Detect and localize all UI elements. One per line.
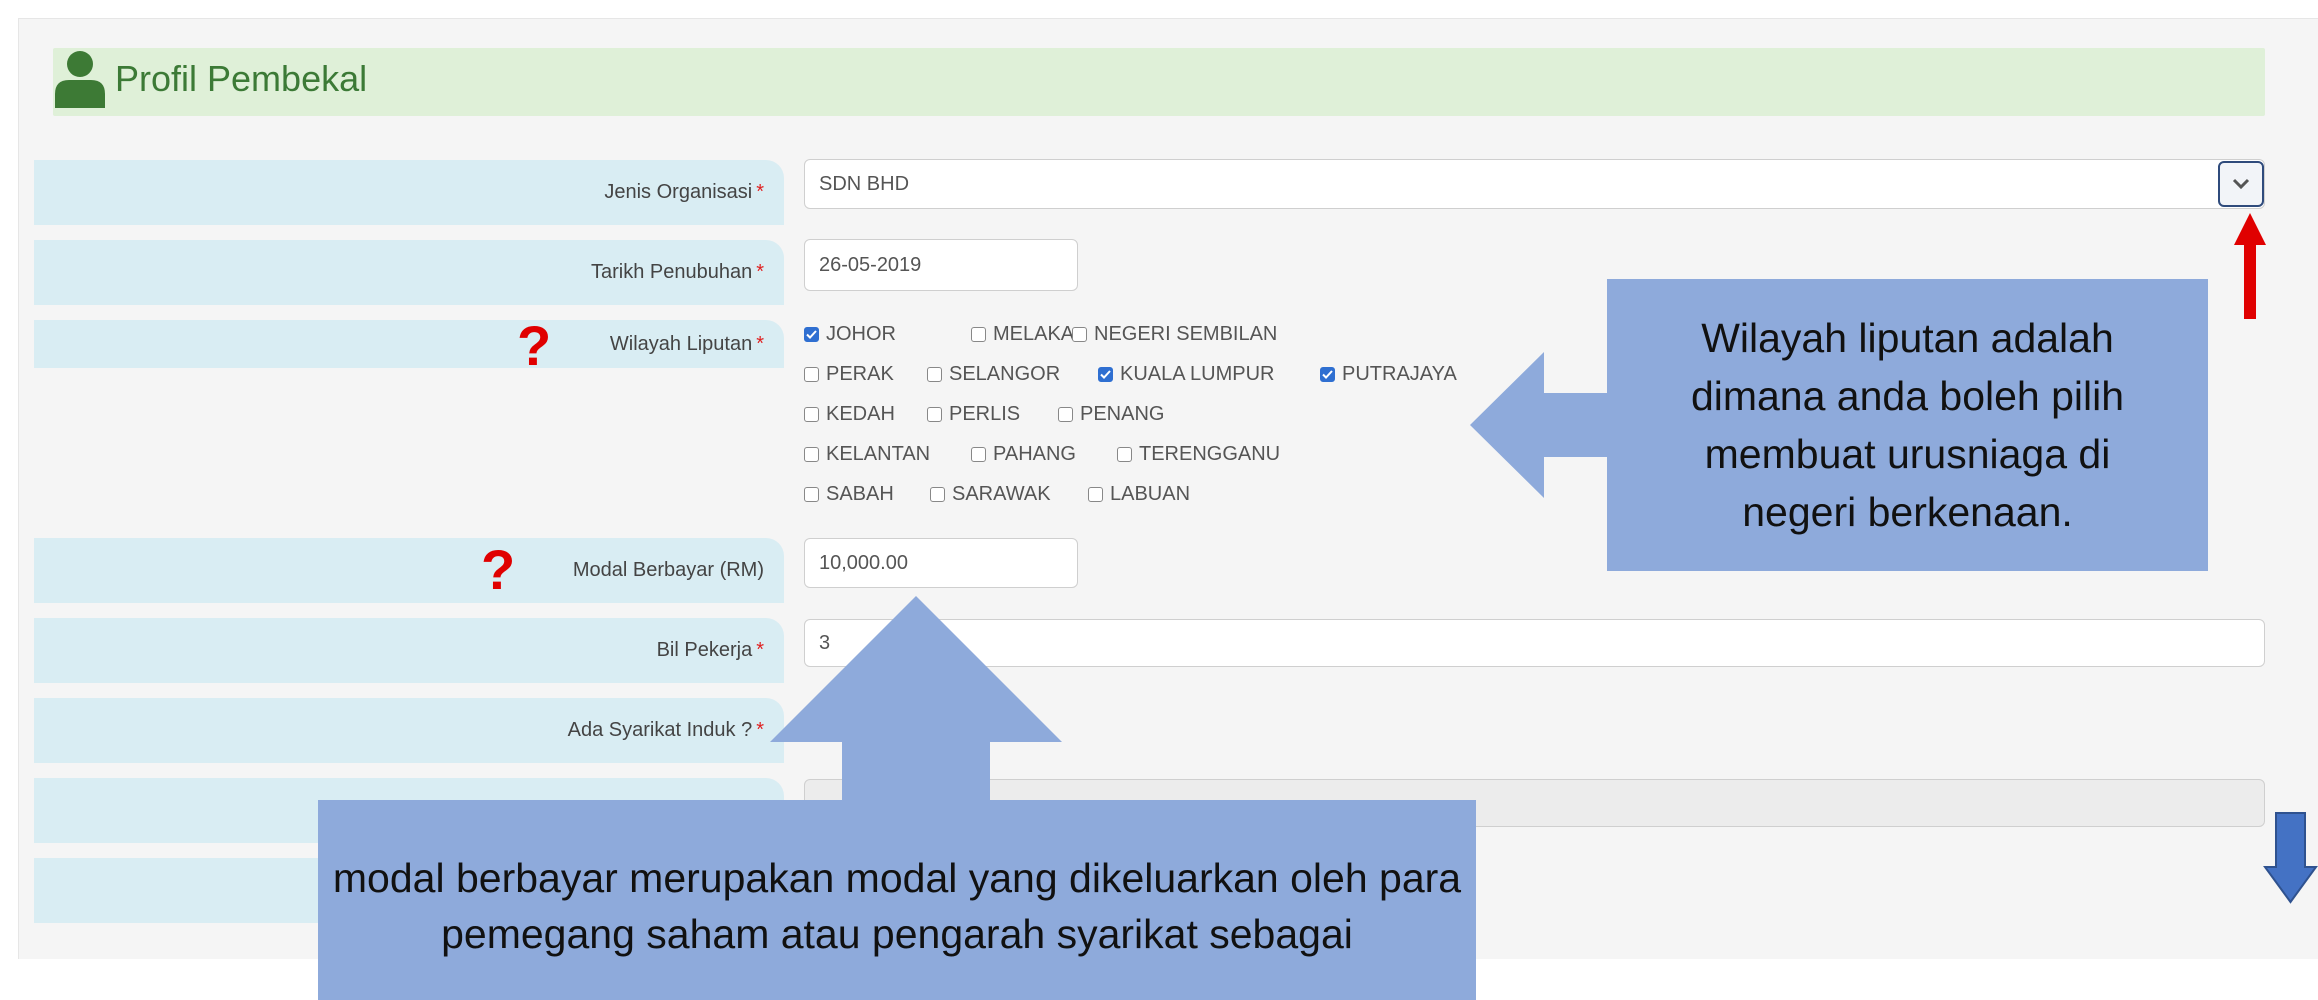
check-icon [1100, 370, 1111, 379]
label-modal-berbayar: Modal Berbayar (RM) [34, 538, 784, 603]
checkbox-selangor[interactable]: SELANGOR [927, 363, 1060, 386]
label-text: Jenis Organisasi [604, 181, 753, 203]
checkbox-box[interactable] [1320, 367, 1335, 382]
help-icon-wilayah[interactable]: ? [517, 318, 551, 374]
checkbox-kelantan[interactable]: KELANTAN [804, 443, 930, 466]
checkbox-kedah[interactable]: KEDAH [804, 403, 895, 426]
checkbox-box[interactable] [927, 407, 942, 422]
callout-arrow-up [770, 596, 1062, 804]
required-mark: * [756, 639, 764, 661]
required-mark: * [756, 333, 764, 355]
label-text: Ada Syarikat Induk ? [567, 719, 753, 741]
label-text: Tarikh Penubuhan [590, 261, 753, 283]
checkbox-sarawak[interactable]: SARAWAK [930, 483, 1051, 506]
checkbox-box[interactable] [1117, 447, 1132, 462]
input-value: 26-05-2019 [819, 253, 922, 276]
check-icon [806, 330, 817, 339]
checkbox-box[interactable] [927, 367, 942, 382]
checkbox-label: JOHOR [826, 323, 896, 345]
checkbox-box[interactable] [804, 487, 819, 502]
checkbox-label: SELANGOR [949, 363, 1061, 385]
checkbox-box[interactable] [971, 447, 986, 462]
checkbox-box[interactable] [930, 487, 945, 502]
checkbox-label: LABUAN [1110, 483, 1191, 505]
label-tarikh-penubuhan: Tarikh Penubuhan * [34, 240, 784, 305]
checkbox-sabah[interactable]: SABAH [804, 483, 894, 506]
checkbox-pahang[interactable]: PAHANG [971, 443, 1076, 466]
callout-modal: modal berbayar merupakan modal yang dike… [318, 800, 1476, 1000]
checkbox-label: PAHANG [993, 443, 1076, 465]
checkbox-label: KUALA LUMPUR [1120, 363, 1275, 385]
help-icon-modal[interactable]: ? [481, 542, 515, 598]
checkbox-penang[interactable]: PENANG [1058, 403, 1164, 426]
checkbox-box[interactable] [804, 327, 819, 342]
checkbox-label: SABAH [826, 483, 894, 505]
checkbox-box[interactable] [1072, 327, 1087, 342]
modal-berbayar-input[interactable]: 10,000.00 [804, 538, 1078, 588]
checkbox-perlis[interactable]: PERLIS [927, 403, 1020, 426]
checkbox-terengganu[interactable]: TERENGGANU [1117, 443, 1280, 466]
red-arrow-annotation [2234, 213, 2266, 319]
checkbox-perak[interactable]: PERAK [804, 363, 894, 386]
checkbox-label: TERENGGANU [1139, 443, 1281, 465]
user-icon [55, 51, 105, 108]
label-text: Bil Pekerja [656, 639, 753, 661]
required-mark: * [756, 181, 764, 203]
label-jenis-organisasi: Jenis Organisasi * [34, 160, 784, 225]
tarikh-penubuhan-input[interactable]: 26-05-2019 [804, 239, 1078, 291]
checkbox-box[interactable] [1088, 487, 1103, 502]
select-value: SDN BHD [819, 172, 910, 195]
checkbox-box[interactable] [1058, 407, 1073, 422]
checkbox-label: PERAK [826, 363, 894, 385]
checkbox-johor[interactable]: JOHOR [804, 323, 896, 346]
checkbox-label: PUTRAJAYA [1342, 363, 1457, 385]
label-bil-pekerja: Bil Pekerja * [34, 618, 784, 683]
callout-arrow-left [1470, 352, 1610, 498]
input-value: 10,000.00 [819, 551, 908, 574]
checkbox-box[interactable] [804, 367, 819, 382]
checkbox-labuan[interactable]: LABUAN [1088, 483, 1190, 506]
checkbox-kuala-lumpur[interactable]: KUALA LUMPUR [1098, 363, 1275, 386]
checkbox-label: PERLIS [949, 403, 1021, 425]
checkbox-label: KELANTAN [826, 443, 931, 465]
checkbox-putrajaya[interactable]: PUTRAJAYA [1320, 363, 1457, 386]
checkbox-label: NEGERI SEMBILAN [1094, 323, 1278, 345]
chevron-down-icon [2232, 178, 2250, 190]
checkbox-label: PENANG [1080, 403, 1165, 425]
checkbox-box[interactable] [1098, 367, 1113, 382]
callout-wilayah: Wilayah liputan adalah dimana anda boleh… [1607, 279, 2208, 571]
section-header: Profil Pembekal [53, 48, 2265, 116]
label-wilayah-liputan: Wilayah Liputan * [34, 320, 784, 368]
checkbox-box[interactable] [971, 327, 986, 342]
required-mark: * [756, 719, 764, 741]
checkbox-label: SARAWAK [952, 483, 1051, 505]
checkbox-box[interactable] [804, 407, 819, 422]
dropdown-toggle[interactable] [2218, 161, 2264, 207]
label-syarikat-induk: Ada Syarikat Induk ? * [34, 698, 784, 763]
label-text: Wilayah Liputan [609, 333, 753, 355]
checkbox-box[interactable] [804, 447, 819, 462]
checkbox-label: MELAKA [993, 323, 1075, 345]
checkbox-melaka[interactable]: MELAKA [971, 323, 1074, 346]
label-text: Modal Berbayar (RM) [572, 559, 764, 581]
checkbox-negeri-sembilan[interactable]: NEGERI SEMBILAN [1072, 323, 1277, 346]
check-icon [1322, 370, 1333, 379]
checkbox-label: KEDAH [826, 403, 895, 425]
required-mark: * [756, 261, 764, 283]
scroll-down-arrow-annotation [2263, 812, 2318, 904]
jenis-organisasi-select[interactable]: SDN BHD [804, 159, 2265, 209]
section-title: Profil Pembekal [115, 58, 368, 99]
